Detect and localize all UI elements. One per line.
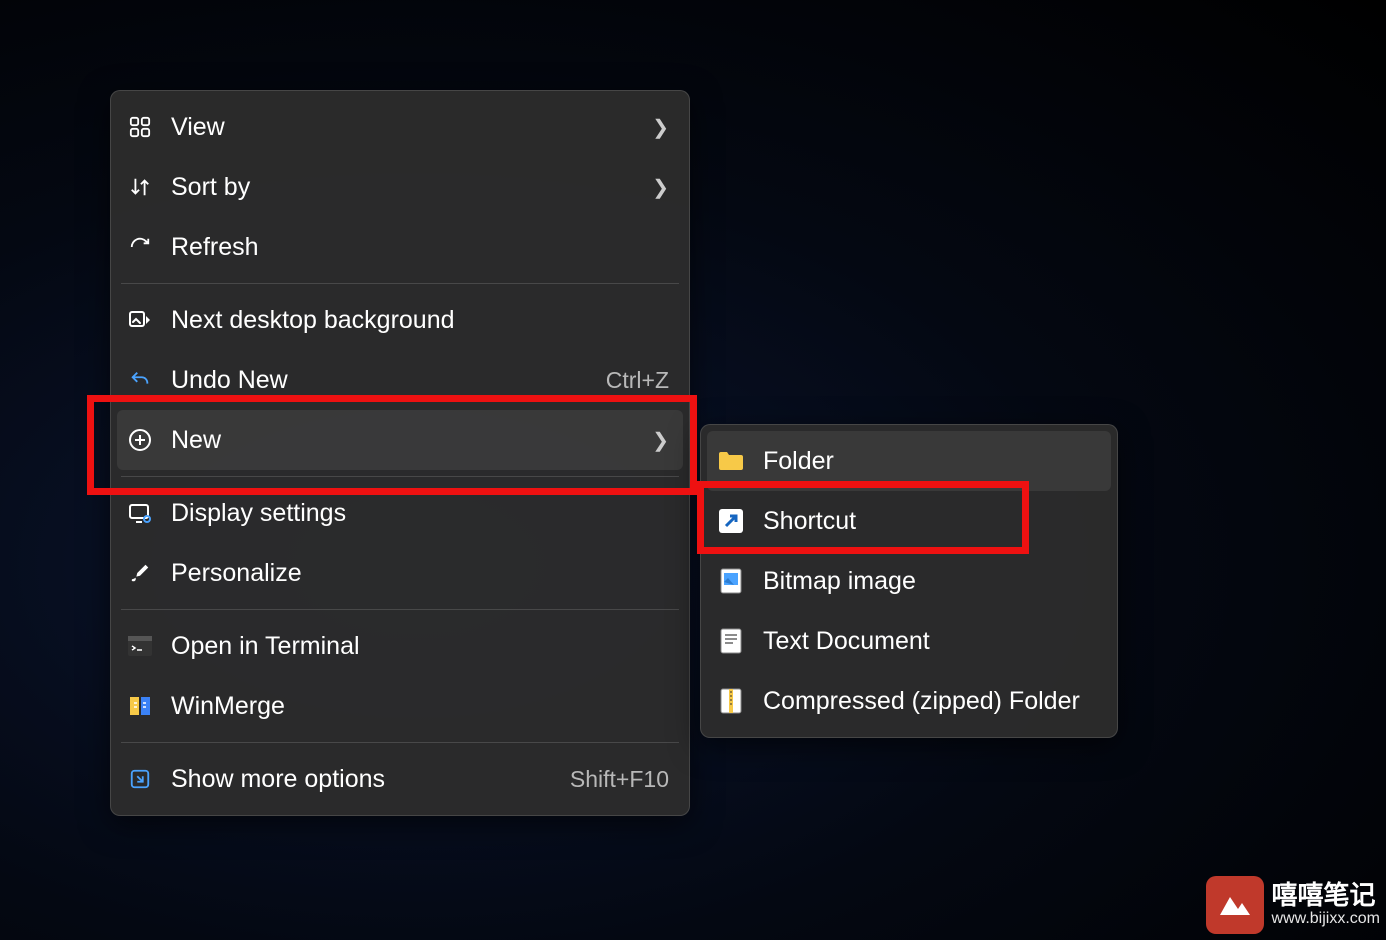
menu-item-refresh[interactable]: Refresh [117,217,683,277]
submenu-label: Text Document [763,627,1097,656]
menu-label: Sort by [171,173,652,202]
menu-item-winmerge[interactable]: WinMerge [117,676,683,736]
terminal-icon [127,633,153,659]
bitmap-icon [717,567,745,595]
winmerge-icon [127,693,153,719]
menu-item-display-settings[interactable]: Display settings [117,483,683,543]
undo-icon [127,367,153,393]
submenu-item-text-document[interactable]: Text Document [707,611,1111,671]
desktop-context-menu[interactable]: View ❯ Sort by ❯ Refresh Next desktop ba… [110,90,690,816]
paintbrush-icon [127,560,153,586]
menu-label: Open in Terminal [171,632,669,661]
watermark-url: www.bijixx.com [1272,910,1380,928]
sort-icon [127,174,153,200]
menu-divider [121,283,679,284]
submenu-label: Folder [763,447,1097,476]
menu-shortcut: Shift+F10 [570,766,669,793]
submenu-label: Compressed (zipped) Folder [763,687,1097,716]
plus-circle-icon [127,427,153,453]
folder-icon [717,447,745,475]
menu-item-new[interactable]: New ❯ [117,410,683,470]
menu-label: Show more options [171,765,570,794]
next-background-icon [127,307,153,333]
shortcut-icon [717,507,745,535]
text-document-icon [717,627,745,655]
zip-icon [717,687,745,715]
menu-label: Display settings [171,499,669,528]
submenu-label: Shortcut [763,507,1097,536]
menu-item-view[interactable]: View ❯ [117,97,683,157]
submenu-item-compressed-folder[interactable]: Compressed (zipped) Folder [707,671,1111,731]
menu-label: Undo New [171,366,606,395]
watermark-title: 嘻嘻笔记 [1272,882,1380,909]
submenu-item-bitmap-image[interactable]: Bitmap image [707,551,1111,611]
menu-label: Next desktop background [171,306,669,335]
menu-label: WinMerge [171,692,669,721]
submenu-item-folder[interactable]: Folder [707,431,1111,491]
menu-label: Refresh [171,233,669,262]
menu-divider [121,476,679,477]
menu-item-undo-new[interactable]: Undo New Ctrl+Z [117,350,683,410]
new-submenu[interactable]: Folder Shortcut Bitmap image Text Docume… [700,424,1118,738]
menu-label: View [171,113,652,142]
submenu-label: Bitmap image [763,567,1097,596]
display-settings-icon [127,500,153,526]
chevron-right-icon: ❯ [652,175,669,200]
grid-icon [127,114,153,140]
submenu-item-shortcut[interactable]: Shortcut [707,491,1111,551]
watermark-logo-icon [1206,876,1264,934]
menu-divider [121,742,679,743]
menu-item-open-in-terminal[interactable]: Open in Terminal [117,616,683,676]
menu-item-personalize[interactable]: Personalize [117,543,683,603]
refresh-icon [127,234,153,260]
menu-label: Personalize [171,559,669,588]
watermark: 嘻嘻笔记 www.bijixx.com [1206,876,1380,934]
expand-icon [127,766,153,792]
menu-item-show-more-options[interactable]: Show more options Shift+F10 [117,749,683,809]
menu-item-sort-by[interactable]: Sort by ❯ [117,157,683,217]
menu-label: New [171,426,652,455]
menu-shortcut: Ctrl+Z [606,367,669,394]
menu-divider [121,609,679,610]
chevron-right-icon: ❯ [652,115,669,140]
chevron-right-icon: ❯ [652,428,669,453]
menu-item-next-desktop-background[interactable]: Next desktop background [117,290,683,350]
